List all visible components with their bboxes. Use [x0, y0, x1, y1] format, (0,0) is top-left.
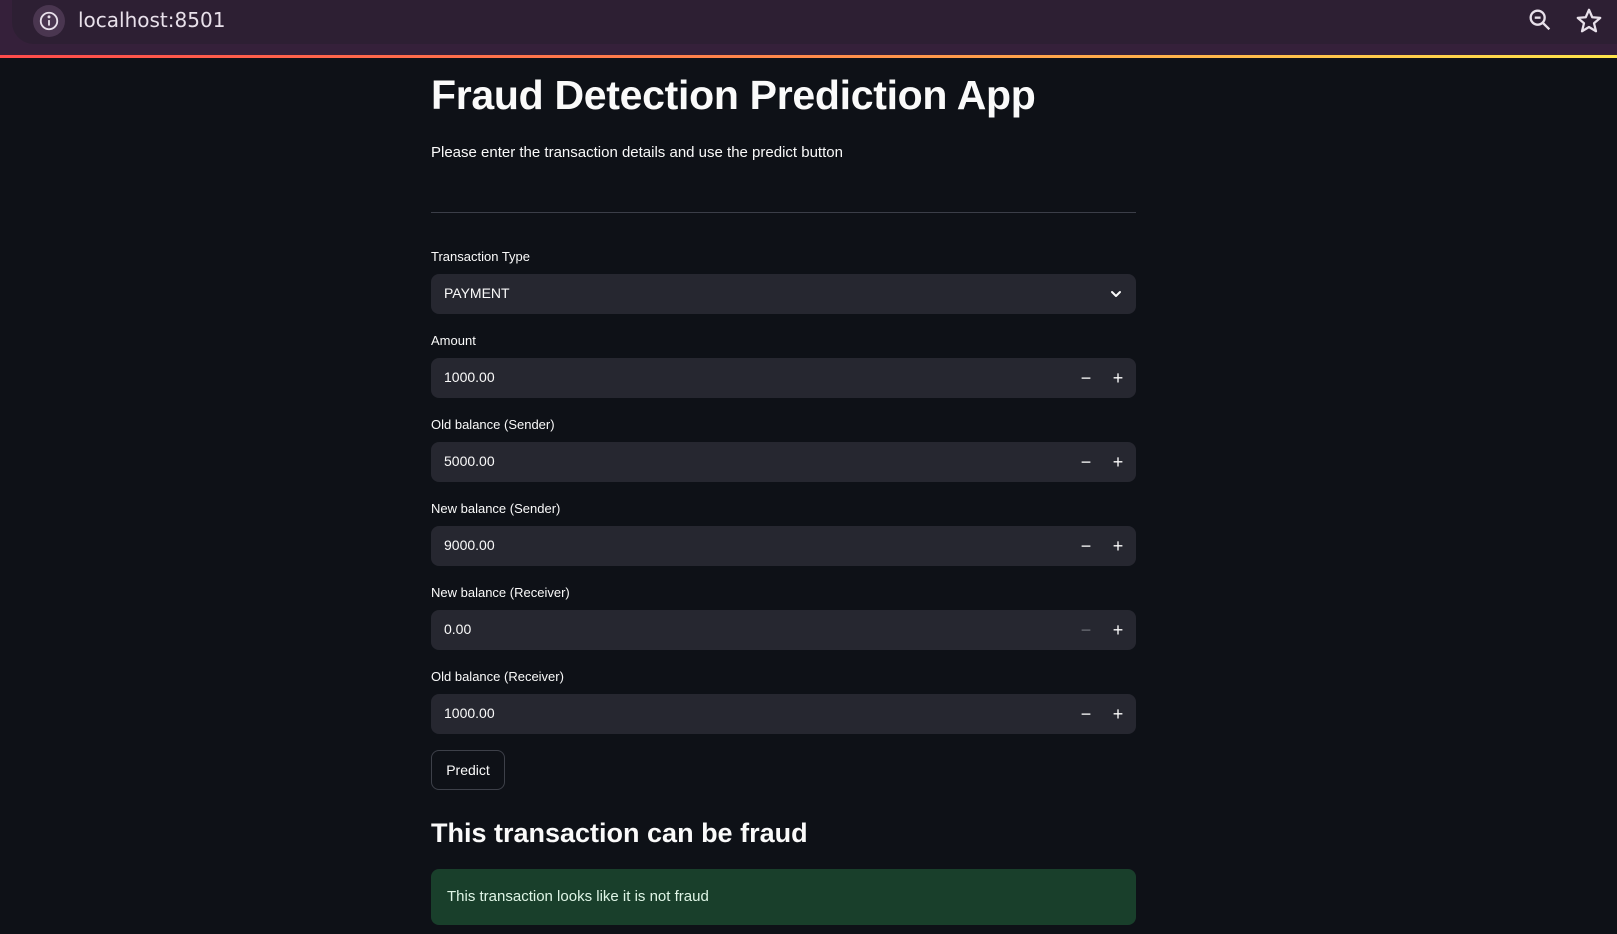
new-balance-receiver-label: New balance (Receiver) [431, 585, 570, 600]
new-balance-receiver-decrement-button[interactable]: − [1074, 618, 1098, 642]
old-balance-sender-value[interactable]: 5000.00 [444, 453, 495, 469]
new-balance-receiver-increment-button[interactable]: + [1106, 618, 1130, 642]
transaction-type-select[interactable]: PAYMENT [431, 274, 1136, 314]
success-alert-message: This transaction looks like it is not fr… [447, 888, 709, 905]
zoom-icon[interactable] [1526, 6, 1554, 34]
chevron-down-icon[interactable] [1108, 286, 1124, 302]
old-balance-receiver-value[interactable]: 1000.00 [444, 705, 495, 721]
amount-decrement-button[interactable]: − [1074, 366, 1098, 390]
amount-label: Amount [431, 333, 476, 348]
old-balance-receiver-input[interactable]: 1000.00 − + [431, 694, 1136, 734]
amount-input[interactable]: 1000.00 − + [431, 358, 1136, 398]
new-balance-sender-value[interactable]: 9000.00 [444, 537, 495, 553]
old-balance-sender-increment-button[interactable]: + [1106, 450, 1130, 474]
divider [431, 212, 1136, 213]
site-info-icon[interactable] [33, 5, 65, 37]
amount-increment-button[interactable]: + [1106, 366, 1130, 390]
old-balance-receiver-decrement-button[interactable]: − [1074, 702, 1098, 726]
amount-value[interactable]: 1000.00 [444, 369, 495, 385]
old-balance-sender-decrement-button[interactable]: − [1074, 450, 1098, 474]
new-balance-sender-increment-button[interactable]: + [1106, 534, 1130, 558]
transaction-type-label: Transaction Type [431, 249, 530, 264]
result-heading: This transaction can be fraud [431, 818, 808, 848]
new-balance-sender-label: New balance (Sender) [431, 501, 561, 516]
old-balance-sender-input[interactable]: 5000.00 − + [431, 442, 1136, 482]
success-alert: This transaction looks like it is not fr… [431, 869, 1136, 925]
new-balance-sender-input[interactable]: 9000.00 − + [431, 526, 1136, 566]
predict-button[interactable]: Predict [431, 750, 505, 790]
old-balance-sender-label: Old balance (Sender) [431, 417, 555, 432]
old-balance-receiver-label: Old balance (Receiver) [431, 669, 564, 684]
new-balance-sender-decrement-button[interactable]: − [1074, 534, 1098, 558]
bookmark-star-icon[interactable] [1574, 6, 1604, 36]
page-subtitle: Please enter the transaction details and… [431, 144, 843, 161]
page-top-accent [0, 55, 1617, 58]
page-title: Fraud Detection Prediction App [431, 72, 1036, 118]
old-balance-receiver-increment-button[interactable]: + [1106, 702, 1130, 726]
url-text[interactable]: localhost:8501 [78, 8, 225, 32]
address-bar[interactable]: localhost:8501 [12, 0, 1617, 44]
browser-toolbar: localhost:8501 [0, 0, 1617, 56]
transaction-type-value: PAYMENT [444, 285, 510, 301]
new-balance-receiver-input[interactable]: 0.00 − + [431, 610, 1136, 650]
new-balance-receiver-value[interactable]: 0.00 [444, 621, 471, 637]
